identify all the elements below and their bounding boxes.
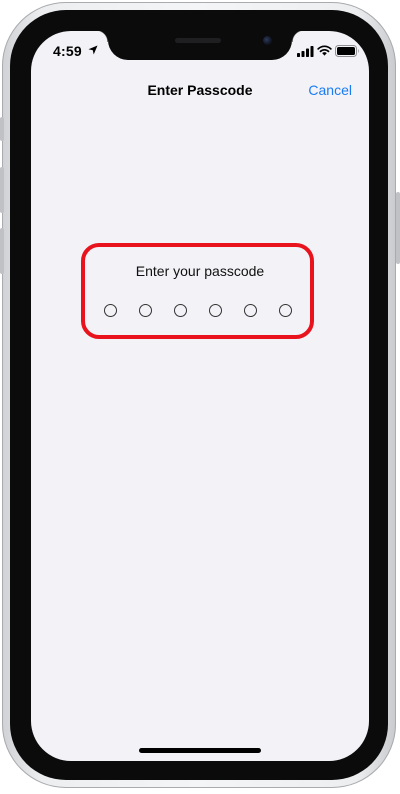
passcode-dot (209, 304, 222, 317)
volume-up-button (0, 167, 4, 213)
location-arrow-icon (88, 45, 98, 55)
screenshot-canvas: 4:59 Enter Passcode Cancel Enter your pa… (0, 0, 400, 794)
status-time: 4:59 (53, 43, 82, 59)
cancel-button[interactable]: Cancel (308, 82, 352, 98)
passcode-dot (279, 304, 292, 317)
passcode-dot (244, 304, 257, 317)
cellular-signal-icon (297, 46, 314, 57)
passcode-prompt: Enter your passcode (135, 263, 265, 279)
front-camera-icon (263, 36, 272, 45)
earpiece-speaker (175, 38, 221, 43)
home-indicator[interactable] (139, 748, 261, 753)
wifi-icon (317, 45, 332, 56)
passcode-dot (174, 304, 187, 317)
volume-down-button (0, 228, 4, 274)
battery-icon (335, 45, 359, 57)
passcode-dot (139, 304, 152, 317)
notch (96, 31, 304, 60)
side-button (396, 192, 400, 264)
passcode-dot (104, 304, 117, 317)
phone-screen: 4:59 Enter Passcode Cancel Enter your pa… (31, 31, 369, 761)
silent-switch (0, 117, 4, 141)
passcode-highlight-outline (81, 243, 314, 339)
passcode-dots[interactable] (104, 304, 296, 318)
